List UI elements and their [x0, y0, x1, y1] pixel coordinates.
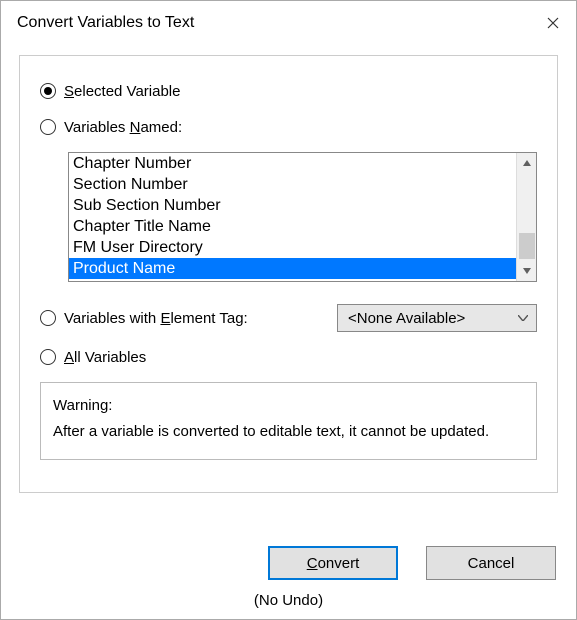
content-area: Selected Variable Variables Named: Chapt… — [1, 45, 576, 532]
no-undo-label: (No Undo) — [1, 586, 576, 619]
scroll-down-icon[interactable] — [517, 261, 536, 281]
scrollbar[interactable] — [516, 153, 536, 281]
button-label: Convert — [307, 555, 360, 572]
options-group: Selected Variable Variables Named: Chapt… — [19, 55, 558, 493]
warning-heading: Warning: — [53, 393, 524, 419]
close-icon — [547, 17, 559, 29]
radio-label: All Variables — [64, 349, 146, 366]
warning-box: Warning: After a variable is converted t… — [40, 382, 537, 460]
variables-listbox[interactable]: Chapter Number Section Number Sub Sectio… — [68, 152, 537, 282]
radio-variables-with-element-tag[interactable]: Variables with Element Tag: — [40, 307, 248, 329]
dropdown-value: <None Available> — [348, 310, 465, 327]
list-item[interactable]: Chapter Title Name — [69, 216, 516, 237]
radio-selected-variable[interactable]: Selected Variable — [40, 80, 537, 102]
radio-indicator — [40, 83, 56, 99]
scroll-up-icon[interactable] — [517, 153, 536, 173]
radio-element-tag-row: Variables with Element Tag: <None Availa… — [40, 304, 537, 332]
convert-button[interactable]: Convert — [268, 546, 398, 580]
radio-indicator — [40, 310, 56, 326]
radio-indicator — [40, 349, 56, 365]
list-item[interactable]: Sub Section Number — [69, 195, 516, 216]
listbox-content: Chapter Number Section Number Sub Sectio… — [69, 153, 516, 281]
list-item[interactable]: Product Name — [69, 258, 516, 279]
scroll-thumb[interactable] — [519, 233, 535, 259]
radio-variables-named[interactable]: Variables Named: — [40, 116, 537, 138]
close-button[interactable] — [530, 1, 576, 45]
titlebar: Convert Variables to Text — [1, 1, 576, 45]
button-row: Convert Cancel — [1, 532, 576, 586]
radio-all-variables[interactable]: All Variables — [40, 346, 537, 368]
list-item[interactable]: Section Number — [69, 174, 516, 195]
radio-label: Selected Variable — [64, 83, 180, 100]
element-tag-dropdown[interactable]: <None Available> — [337, 304, 537, 332]
chevron-down-icon — [518, 313, 528, 324]
radio-label: Variables with Element Tag: — [64, 310, 248, 327]
list-item[interactable]: FM User Directory — [69, 237, 516, 258]
window-title: Convert Variables to Text — [17, 14, 194, 32]
list-item[interactable]: Chapter Number — [69, 153, 516, 174]
cancel-button[interactable]: Cancel — [426, 546, 556, 580]
convert-variables-dialog: Convert Variables to Text Selected Varia… — [0, 0, 577, 620]
warning-body: After a variable is converted to editabl… — [53, 419, 524, 445]
radio-label: Variables Named: — [64, 119, 182, 136]
scroll-track — [519, 173, 535, 261]
button-label: Cancel — [468, 555, 515, 572]
radio-indicator — [40, 119, 56, 135]
